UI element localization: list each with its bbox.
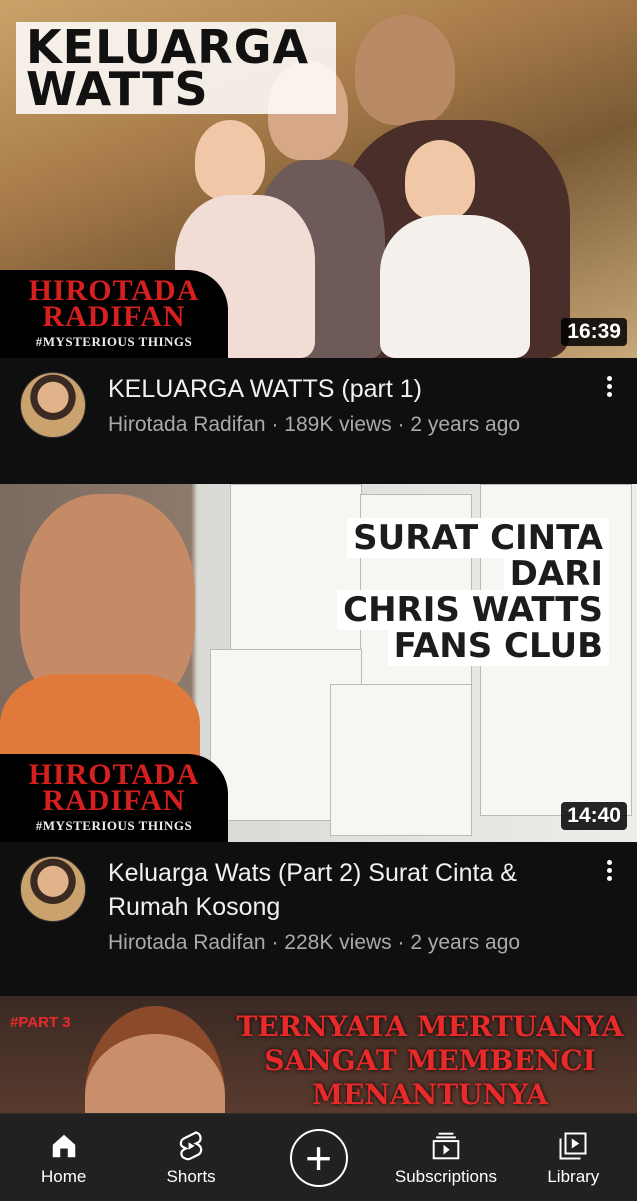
upload-age: 2 years ago (410, 413, 521, 436)
video-thumbnail[interactable]: KELUARGA WATTS HIROTADA RADIFAN #MYSTERI… (0, 0, 637, 358)
channel-avatar[interactable] (20, 372, 86, 438)
nav-create[interactable]: + (255, 1114, 382, 1201)
video-duration: 14:40 (561, 802, 627, 830)
nav-shorts-label: Shorts (166, 1166, 216, 1186)
nav-library[interactable]: Library (510, 1114, 637, 1201)
separator: · (271, 413, 279, 436)
video-card[interactable]: SURAT CINTA DARI CHRIS WATTS FANS CLUB H… (0, 484, 637, 996)
separator: · (271, 931, 279, 954)
thumbnail-title-line: DARI (503, 554, 609, 594)
thumbnail-title-line: SURAT CINTA (347, 518, 609, 558)
thumbnail-title-line: CHRIS WATTS (337, 590, 609, 630)
separator: · (397, 413, 405, 436)
video-title[interactable]: KELUARGA WATTS (part 1) (108, 372, 520, 406)
video-meta: Keluarga Wats (Part 2) Surat Cinta & Rum… (0, 842, 637, 958)
nav-home[interactable]: Home (0, 1114, 127, 1201)
video-stats: Hirotada Radifan · 228K views · 2 years … (108, 928, 581, 958)
thumbnail-person (380, 215, 530, 358)
channel-name: Hirotada Radifan (108, 931, 266, 954)
shorts-icon (174, 1129, 208, 1163)
video-feed[interactable]: KELUARGA WATTS HIROTADA RADIFAN #MYSTERI… (0, 0, 637, 1113)
bottom-navigation: Home Shorts + Subscriptions Library (0, 1113, 637, 1201)
upload-age: 2 years ago (410, 931, 521, 954)
channel-name: Hirotada Radifan (108, 413, 266, 436)
view-count: 228K views (284, 931, 392, 954)
video-meta: KELUARGA WATTS (part 1) Hirotada Radifan… (0, 358, 637, 440)
video-title[interactable]: Keluarga Wats (Part 2) Surat Cinta & Rum… (108, 856, 581, 924)
home-icon (47, 1129, 81, 1163)
more-options-icon[interactable] (607, 860, 613, 884)
brand-hashtag: #MYSTERIOUS THINGS (35, 818, 193, 833)
video-thumbnail[interactable]: SURAT CINTA DARI CHRIS WATTS FANS CLUB H… (0, 484, 637, 842)
create-plus-icon: + (289, 1128, 348, 1187)
thumbnail-title: KELUARGA WATTS (16, 22, 336, 114)
video-info[interactable]: KELUARGA WATTS (part 1) Hirotada Radifan… (108, 372, 520, 440)
view-count: 189K views (284, 413, 392, 436)
brand-hashtag: #MYSTERIOUS THINGS (35, 334, 193, 349)
video-card[interactable]: KELUARGA WATTS HIROTADA RADIFAN #MYSTERI… (0, 0, 637, 484)
nav-library-label: Library (547, 1166, 600, 1186)
thumbnail-title: SURAT CINTA DARI CHRIS WATTS FANS CLUB (337, 518, 609, 666)
thumbnail-person (195, 120, 265, 200)
thumbnail-person (85, 1006, 225, 1113)
video-duration: 16:39 (561, 318, 627, 346)
nav-subscriptions-label: Subscriptions (394, 1166, 497, 1186)
separator: · (397, 931, 405, 954)
thumbnail-letter (330, 684, 472, 836)
thumbnail-tag: #PART 3 (10, 1014, 71, 1031)
subscriptions-icon (429, 1129, 463, 1163)
nav-home-label: Home (41, 1166, 87, 1186)
thumbnail-title-line: FANS CLUB (387, 626, 609, 666)
video-card[interactable]: #PART 3 TERNYATA MERTUANYA SANGAT MEMBEN… (0, 996, 637, 1113)
library-icon (556, 1129, 590, 1163)
brand-name: HIROTADA RADIFAN (28, 274, 200, 333)
thumbnail-title: TERNYATA MERTUANYA SANGAT MEMBENCI MENAN… (236, 1010, 624, 1111)
thumbnail-person (405, 140, 475, 220)
video-info[interactable]: Keluarga Wats (Part 2) Surat Cinta & Rum… (108, 856, 581, 958)
nav-subscriptions[interactable]: Subscriptions (382, 1114, 509, 1201)
nav-shorts[interactable]: Shorts (127, 1114, 254, 1201)
channel-brand-overlay: HIROTADA RADIFAN #MYSTERIOUS THINGS (0, 754, 228, 842)
thumbnail-person (355, 15, 455, 125)
more-options-icon[interactable] (607, 376, 613, 400)
channel-avatar[interactable] (20, 856, 86, 922)
brand-name: HIROTADA RADIFAN (28, 758, 200, 817)
video-thumbnail[interactable]: #PART 3 TERNYATA MERTUANYA SANGAT MEMBEN… (0, 996, 637, 1113)
channel-brand-overlay: HIROTADA RADIFAN #MYSTERIOUS THINGS (0, 270, 228, 358)
video-stats: Hirotada Radifan · 189K views · 2 years … (108, 410, 520, 440)
